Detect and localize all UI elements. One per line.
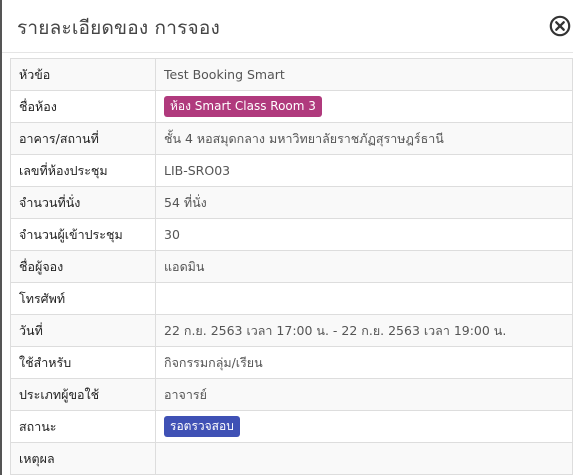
row-value-status: รอตรวจสอบ (155, 410, 573, 443)
detail-row-topic: หัวข้อ Test Booking Smart (10, 58, 573, 91)
status-badge: รอตรวจสอบ (164, 416, 240, 437)
row-value-reason (155, 442, 573, 475)
detail-row-requester-type: ประเภทผู้ขอใช้ อาจารย์ (10, 378, 573, 411)
row-label: วันที่ (10, 314, 156, 347)
row-label: อาคาร/สถานที่ (10, 122, 156, 155)
room-name-badge: ห้อง Smart Class Room 3 (164, 96, 322, 117)
row-value-purpose: กิจกรรมกลุ่ม/เรียน (155, 346, 573, 379)
row-label: หัวข้อ (10, 58, 156, 91)
row-value-room-number: LIB-SRO03 (155, 154, 573, 187)
row-label: ชื่อผู้จอง (10, 250, 156, 283)
row-label: โทรศัพท์ (10, 282, 156, 315)
row-value-seats: 54 ที่นั่ง (155, 186, 573, 219)
detail-row-attendees: จำนวนผู้เข้าประชุม 30 (10, 218, 573, 251)
detail-row-purpose: ใช้สำหรับ กิจกรรมกลุ่ม/เรียน (10, 346, 573, 379)
detail-row-building: อาคาร/สถานที่ ชั้น 4 หอสมุดกลาง มหาวิทยา… (10, 122, 573, 155)
close-circle-icon (549, 15, 571, 37)
detail-row-status: สถานะ รอตรวจสอบ (10, 410, 573, 443)
detail-row-room-number: เลขที่ห้องประชุม LIB-SRO03 (10, 154, 573, 187)
row-label: เหตุผล (10, 442, 156, 475)
row-label: เลขที่ห้องประชุม (10, 154, 156, 187)
row-label: ใช้สำหรับ (10, 346, 156, 379)
row-value-room-name: ห้อง Smart Class Room 3 (155, 90, 573, 123)
row-value-phone (155, 282, 573, 315)
booking-details-table: หัวข้อ Test Booking Smart ชื่อห้อง ห้อง … (10, 58, 573, 475)
modal-title: รายละเอียดของ การจอง (17, 17, 220, 39)
detail-row-seats: จำนวนที่นั่ง 54 ที่นั่ง (10, 186, 573, 219)
close-button[interactable] (549, 15, 571, 37)
row-value-building: ชั้น 4 หอสมุดกลาง มหาวิทยาลัยราชภัฏสุราษ… (155, 122, 573, 155)
row-value-requester-type: อาจารย์ (155, 378, 573, 411)
modal-header: รายละเอียดของ การจอง (2, 0, 573, 52)
detail-row-booker: ชื่อผู้จอง แอดมิน (10, 250, 573, 283)
row-label: ชื่อห้อง (10, 90, 156, 123)
row-label: ประเภทผู้ขอใช้ (10, 378, 156, 411)
detail-row-reason: เหตุผล (10, 442, 573, 475)
detail-row-date: วันที่ 22 ก.ย. 2563 เวลา 17:00 น. - 22 ก… (10, 314, 573, 347)
row-value-booker: แอดมิน (155, 250, 573, 283)
detail-row-phone: โทรศัพท์ (10, 282, 573, 315)
booking-details-modal: รายละเอียดของ การจอง หัวข้อ Test Booking… (0, 0, 573, 475)
row-label: จำนวนที่นั่ง (10, 186, 156, 219)
row-value-attendees: 30 (155, 218, 573, 251)
row-value-date: 22 ก.ย. 2563 เวลา 17:00 น. - 22 ก.ย. 256… (155, 314, 573, 347)
row-label: สถานะ (10, 410, 156, 443)
row-label: จำนวนผู้เข้าประชุม (10, 218, 156, 251)
row-value-topic: Test Booking Smart (155, 58, 573, 91)
header-divider (2, 52, 573, 53)
detail-row-room-name: ชื่อห้อง ห้อง Smart Class Room 3 (10, 90, 573, 123)
